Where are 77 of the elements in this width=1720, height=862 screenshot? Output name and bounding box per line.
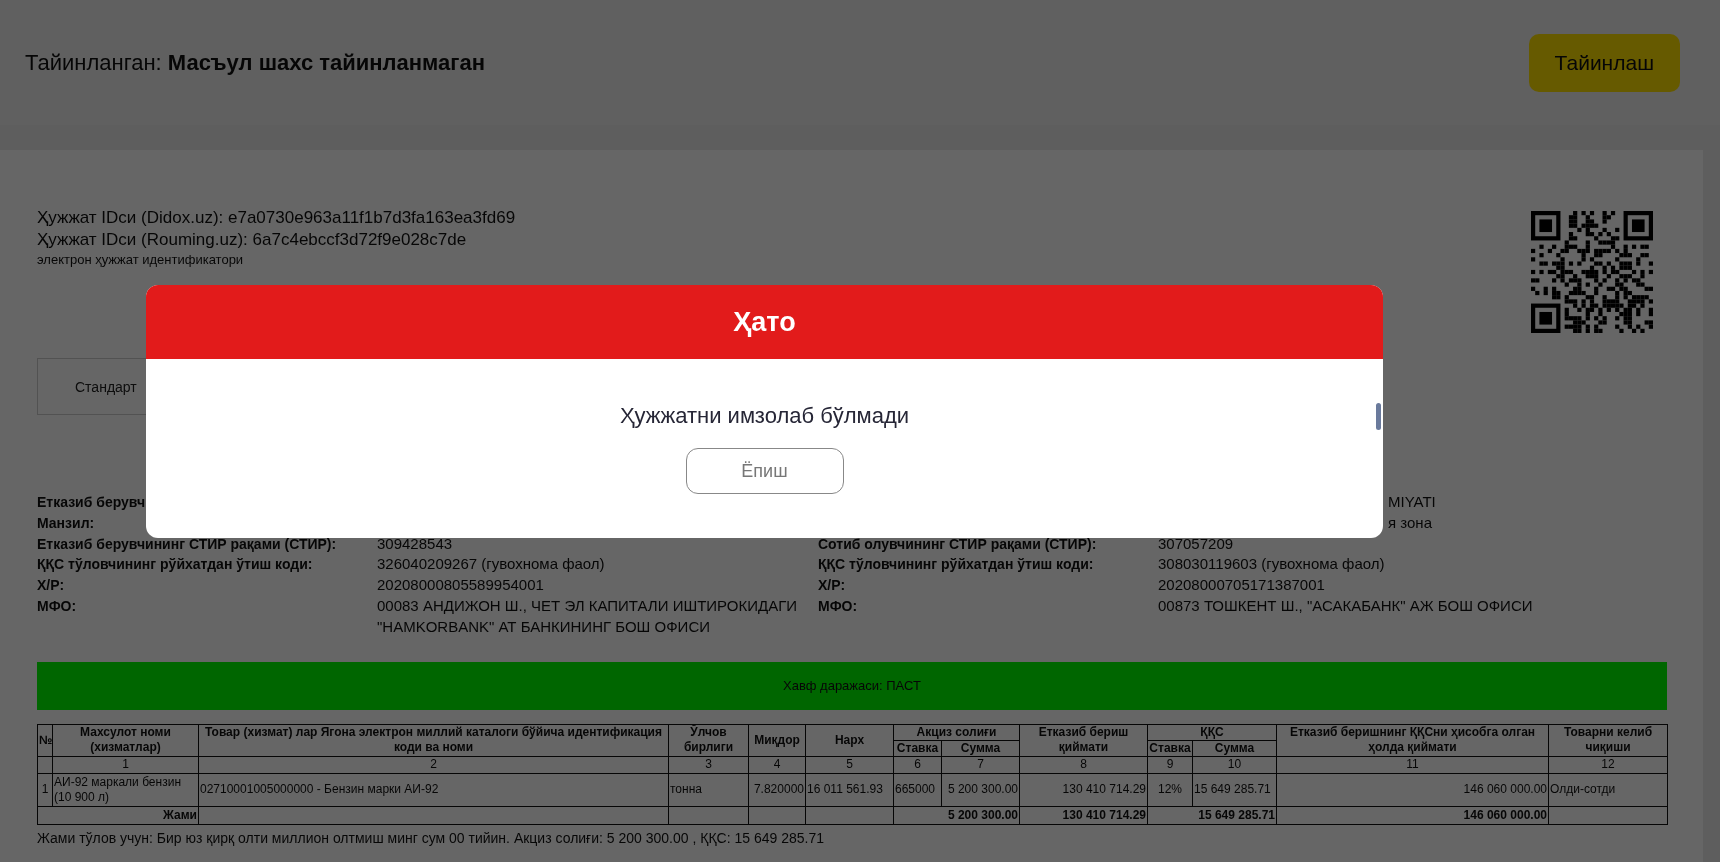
close-button[interactable]: Ёпиш [685,448,844,494]
table-header: ҚҚС [1147,724,1277,741]
field-label: Х/Р: [37,576,66,596]
table-header: Сумма [941,740,1020,757]
assignee-status: Тайинланган: Масъул шахс тайинланмаган [25,49,485,76]
table-header: № [37,724,53,757]
document-id: Ҳужжат IDси (Didox.uz): e7a0730e963a11f1b7d3fa163ea3fd69 [37,207,516,229]
total-cell: 146 060 000.00 [1276,806,1549,825]
field-value: 20208000805589954001 [377,575,545,596]
table-header: Ўлчов бирлиги [668,724,749,757]
document-id: Ҳужжат IDси (Rouming.uz): 6a7c4ebccf3d72f9e028c7de [37,229,468,251]
column-number: 4 [748,756,806,774]
table-header: Ставка [1147,740,1193,757]
table-cell: 12% [1147,773,1193,807]
table-cell: 16 011 561.93 [805,773,894,807]
field-label: Етказиб берувчининг СТИР рақами (СТИР): [37,534,338,554]
view-tab[interactable]: Стандарт [37,358,147,415]
table-header: Етказиб бериш қиймати [1019,724,1148,757]
table-header: Ставка [893,740,942,757]
total-cell: 5 200 300.00 [893,806,1020,825]
field-label: ҚҚС тўловчининг рўйхатдан ўтиш коди: [818,555,1095,575]
column-number: 7 [941,756,1020,774]
total-label: Жами [37,806,199,825]
column-number: 9 [1147,756,1193,774]
field-value: 308030119603 (гувохнома фаол) [1158,554,1386,575]
column-number: 12 [1548,756,1668,774]
table-header: Махсулот номи (хизматлар) [52,724,199,757]
column-number: 8 [1019,756,1148,774]
table-header: Етказиб беришнинг ҚҚСни ҳисобга олган ҳолда қиймати [1276,724,1549,757]
field-value: 00083 АНДИЖОН Ш., ЧЕТ ЭЛ КАПИТАЛИ ИШТИРОКИДАГИ "HAMKORBANK" АТ БАНКИНИНГ БОШ ОФИСИ [377,596,799,637]
column-number: 11 [1276,756,1549,774]
column-number: 2 [198,756,669,774]
table-header: Товарни келиб чиқиши [1548,724,1668,757]
table-cell: 15 649 285.71 [1192,773,1277,807]
table-cell: 02710001005000000 - Бензин марки АИ-92 [198,773,669,807]
table-header: Акциз солиғи [893,724,1020,741]
table-header: Миқдор [748,724,806,757]
field-value: 20208000705171387001 [1158,575,1326,596]
table-header: Товар (хизмат) лар Ягона электрон миллий каталоги бўйича идентификация коди ва номи [198,724,669,757]
table-cell: 146 060 000.00 [1276,773,1549,807]
table-cell: 5 200 300.00 [941,773,1020,807]
column-number: 3 [668,756,749,774]
field-value: 326040209267 (гувохнома фаол) [377,554,606,575]
table-cell: Олди-сотди [1548,773,1668,807]
risk-level-banner: Хавф даражаси: ПАСТ [37,661,1667,710]
field-label: Х/Р: [818,576,847,596]
error-message: Ҳужжатни имзолаб бўлмади [619,403,910,429]
table-cell: тонна [668,773,749,807]
column-number: 1 [52,756,199,774]
column-number: 5 [805,756,894,774]
total-cell: 15 649 285.71 [1147,806,1277,825]
field-label: МФО: [818,597,859,616]
table-cell: 665000 [893,773,942,807]
assign-button[interactable]: Тайинлаш [1528,33,1680,92]
field-value: 00873 ТОШКЕНТ Ш., "АСАКАБАНК" АЖ БОШ ОФИСИ [1158,596,1534,616]
field-value: 307057209 [1158,533,1235,554]
field-label: МФО: [37,597,78,616]
table-cell: 7.820000 [748,773,806,807]
document-id-caption: электрон ҳужжат идентификатори [37,251,245,268]
total-cell: 130 410 714.29 [1019,806,1148,825]
payment-summary: Жами тўлов учун: Бир юз қирқ олти миллион олтмиш минг сум 00 тийин. Акциз солиғи: 5 200 300.00 , ҚҚС: 15 649 285.71 [37,829,825,846]
dialog-title: Ҳато [146,285,1383,359]
field-label: Етказиб берувч [37,493,147,512]
field-value: MIYATI [1387,492,1437,512]
column-number: 10 [1192,756,1277,774]
field-value: я зона [1387,512,1433,533]
column-number: 6 [893,756,942,774]
table-cell: 130 410 714.29 [1019,773,1148,807]
table-cell: АИ-92 маркали бензин (10 900 л) [52,773,199,807]
field-label: ҚҚС тўловчининг рўйхатдан ўтиш коди: [37,555,314,575]
field-label: Манзил: [37,513,96,533]
field-label: Сотиб олувчининг СТИР рақами (СТИР): [818,534,1098,554]
scrollbar-thumb[interactable] [1376,403,1381,430]
table-header: Нарх [805,724,894,757]
field-value: 309428543 [377,533,454,554]
table-header: Сумма [1192,740,1277,757]
table-cell: 1 [37,773,53,807]
